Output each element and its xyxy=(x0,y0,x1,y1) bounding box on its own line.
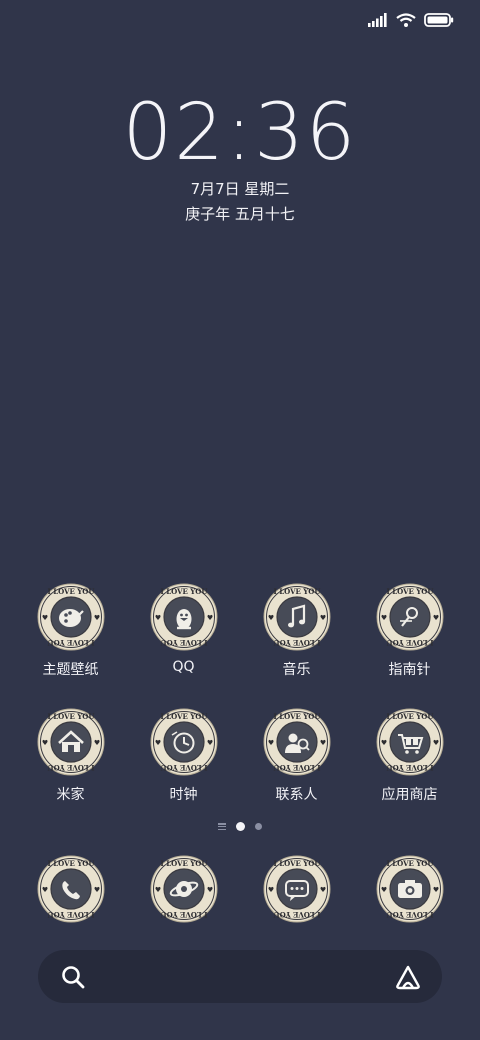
svg-text:♥: ♥ xyxy=(206,739,212,747)
svg-text:I LOVE YOU: I LOVE YOU xyxy=(386,712,433,721)
browser-badge: I LOVE YOU I LOVE YOU ♥ ♥ xyxy=(150,855,217,923)
music-badge: I LOVE YOU I LOVE YOU ♥ ♥ xyxy=(263,583,330,651)
app-label: 指南针 xyxy=(388,662,431,678)
svg-text:I LOVE YOU: I LOVE YOU xyxy=(160,763,207,772)
dock-camera[interactable]: I LOVE YOU I LOVE YOU ♥ ♥ xyxy=(353,855,466,923)
svg-text:♥: ♥ xyxy=(319,886,325,894)
svg-text:I LOVE YOU: I LOVE YOU xyxy=(386,638,433,647)
svg-text:♥: ♥ xyxy=(380,739,386,747)
svg-text:I LOVE YOU: I LOVE YOU xyxy=(386,763,433,772)
svg-text:I LOVE YOU: I LOVE YOU xyxy=(160,638,207,647)
svg-text:♥: ♥ xyxy=(41,739,47,747)
app-mijia[interactable]: I LOVE YOU I LOVE YOU ♥ ♥ 米家 xyxy=(14,708,127,804)
svg-text:♥: ♥ xyxy=(93,614,99,622)
signal-icon xyxy=(368,13,387,27)
app-label: 时钟 xyxy=(169,787,198,803)
app-music[interactable]: I LOVE YOU I LOVE YOU ♥ ♥ 音乐 xyxy=(240,583,353,679)
app-label: 米家 xyxy=(56,787,85,803)
svg-text:♥: ♥ xyxy=(267,614,273,622)
svg-text:♥: ♥ xyxy=(206,614,212,622)
app-clock[interactable]: I LOVE YOU I LOVE YOU ♥ ♥ 时钟 xyxy=(127,708,240,804)
svg-text:♥: ♥ xyxy=(154,739,160,747)
svg-text:♥: ♥ xyxy=(154,614,160,622)
app-qq[interactable]: I LOVE YOU I LOVE YOU ♥ ♥ QQ xyxy=(127,583,240,675)
svg-text:I LOVE YOU: I LOVE YOU xyxy=(386,859,433,868)
svg-text:I LOVE YOU: I LOVE YOU xyxy=(386,587,433,596)
qq-badge: I LOVE YOU I LOVE YOU ♥ ♥ xyxy=(150,583,217,651)
svg-text:I LOVE YOU: I LOVE YOU xyxy=(273,638,320,647)
phone-badge: I LOVE YOU I LOVE YOU ♥ ♥ xyxy=(37,855,104,923)
svg-text:I LOVE YOU: I LOVE YOU xyxy=(273,910,320,919)
svg-text:I LOVE YOU: I LOVE YOU xyxy=(386,910,433,919)
svg-text:I LOVE YOU: I LOVE YOU xyxy=(273,859,320,868)
svg-text:I LOVE YOU: I LOVE YOU xyxy=(160,712,207,721)
contacts-badge: I LOVE YOU I LOVE YOU ♥ ♥ xyxy=(263,708,330,776)
svg-text:I LOVE YOU: I LOVE YOU xyxy=(160,859,207,868)
svg-text:♥: ♥ xyxy=(41,614,47,622)
clock-time[interactable]: 02:36 xyxy=(0,88,480,178)
app-store[interactable]: I LOVE YOU I LOVE YOU ♥ ♥ 应用商店 xyxy=(353,708,466,804)
svg-text:I LOVE YOU: I LOVE YOU xyxy=(47,587,94,596)
dock-browser[interactable]: I LOVE YOU I LOVE YOU ♥ ♥ xyxy=(127,855,240,923)
svg-text:I LOVE YOU: I LOVE YOU xyxy=(47,712,94,721)
theme-badge: I LOVE YOU I LOVE YOU ♥ ♥ xyxy=(37,583,104,651)
status-bar xyxy=(368,10,454,30)
svg-text:I LOVE YOU: I LOVE YOU xyxy=(273,763,320,772)
svg-text:♥: ♥ xyxy=(319,739,325,747)
dock: I LOVE YOU I LOVE YOU ♥ ♥ I LOVE YOU I L… xyxy=(0,855,480,927)
camera-badge: I LOVE YOU I LOVE YOU ♥ ♥ xyxy=(376,855,443,923)
svg-text:♥: ♥ xyxy=(41,886,47,894)
store-badge: I LOVE YOU I LOVE YOU ♥ ♥ xyxy=(376,708,443,776)
search-bar[interactable] xyxy=(38,950,442,1003)
svg-text:♥: ♥ xyxy=(154,886,160,894)
app-label: 主题壁纸 xyxy=(42,662,99,678)
app-contacts[interactable]: I LOVE YOU I LOVE YOU ♥ ♥ 联系人 xyxy=(240,708,353,804)
svg-text:I LOVE YOU: I LOVE YOU xyxy=(47,763,94,772)
app-label: QQ xyxy=(172,659,195,675)
svg-text:♥: ♥ xyxy=(432,614,438,622)
app-label: 联系人 xyxy=(275,787,318,803)
assistant-icon[interactable] xyxy=(394,964,422,990)
svg-text:I LOVE YOU: I LOVE YOU xyxy=(47,859,94,868)
page-dot xyxy=(255,823,262,830)
app-theme-wallpaper[interactable]: I LOVE YOU I LOVE YOU ♥ ♥ 主题壁纸 xyxy=(14,583,127,679)
wifi-icon xyxy=(396,13,416,27)
page-indicator[interactable] xyxy=(0,822,480,831)
svg-text:I LOVE YOU: I LOVE YOU xyxy=(160,587,207,596)
svg-text:♥: ♥ xyxy=(319,614,325,622)
svg-text:♥: ♥ xyxy=(380,614,386,622)
app-row-2: I LOVE YOU I LOVE YOU ♥ ♥ 米家 I LOVE YOU … xyxy=(0,708,480,818)
svg-text:♥: ♥ xyxy=(432,739,438,747)
lunar-date-text: 庚子年 五月十七 xyxy=(185,205,295,223)
svg-text:♥: ♥ xyxy=(267,886,273,894)
svg-text:I LOVE YOU: I LOVE YOU xyxy=(47,910,94,919)
svg-text:♥: ♥ xyxy=(93,739,99,747)
dock-messages[interactable]: I LOVE YOU I LOVE YOU ♥ ♥ xyxy=(240,855,353,923)
svg-text:♥: ♥ xyxy=(432,886,438,894)
date-text: 7月7日 星期二 xyxy=(190,180,290,198)
app-compass[interactable]: I LOVE YOU I LOVE YOU ♥ ♥ 指南针 xyxy=(353,583,466,679)
svg-text:♥: ♥ xyxy=(93,886,99,894)
dock-phone[interactable]: I LOVE YOU I LOVE YOU ♥ ♥ xyxy=(14,855,127,923)
svg-text:♥: ♥ xyxy=(267,739,273,747)
battery-icon xyxy=(424,13,454,27)
app-label: 应用商店 xyxy=(381,787,438,803)
page-dot-active xyxy=(236,822,245,831)
app-label: 音乐 xyxy=(282,662,311,678)
penguin-icon xyxy=(176,609,191,630)
svg-text:I LOVE YOU: I LOVE YOU xyxy=(273,587,320,596)
svg-text:I LOVE YOU: I LOVE YOU xyxy=(160,910,207,919)
clock-badge: I LOVE YOU I LOVE YOU ♥ ♥ xyxy=(150,708,217,776)
compass-badge: I LOVE YOU I LOVE YOU ♥ ♥ xyxy=(376,583,443,651)
mijia-badge: I LOVE YOU I LOVE YOU ♥ ♥ xyxy=(37,708,104,776)
messages-badge: I LOVE YOU I LOVE YOU ♥ ♥ xyxy=(263,855,330,923)
svg-text:I LOVE YOU: I LOVE YOU xyxy=(273,712,320,721)
svg-text:♥: ♥ xyxy=(206,886,212,894)
svg-text:I LOVE YOU: I LOVE YOU xyxy=(47,638,94,647)
app-row-1: I LOVE YOU I LOVE YOU ♥ ♥ 主题壁纸 I LOVE YO… xyxy=(0,583,480,693)
search-icon[interactable] xyxy=(60,964,86,990)
svg-text:♥: ♥ xyxy=(380,886,386,894)
feed-page-icon xyxy=(218,823,226,830)
